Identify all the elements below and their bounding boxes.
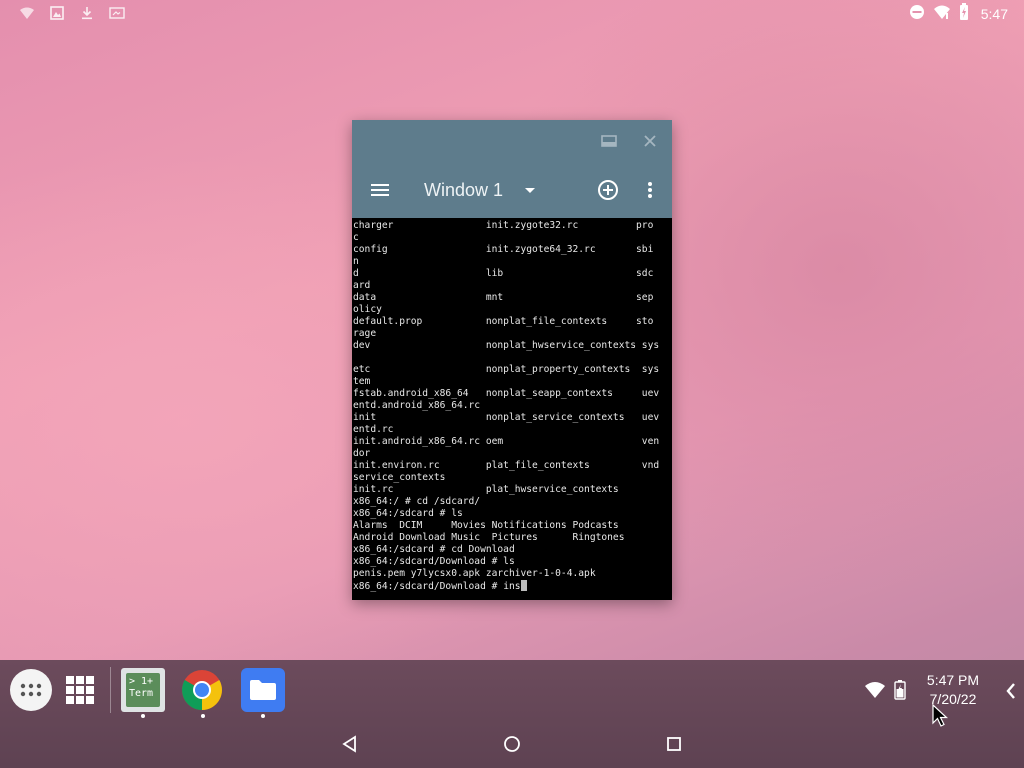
running-indicator (261, 714, 265, 718)
status-time: 5:47 (980, 6, 1008, 22)
taskbar-divider (110, 667, 111, 713)
terminal-window[interactable]: Window 1 charger init.zygote32.rc pro c … (352, 120, 672, 600)
photo-icon (48, 4, 66, 22)
status-icons: 5:47 (909, 3, 1008, 25)
maximize-icon[interactable] (599, 131, 619, 151)
running-indicator (201, 714, 205, 718)
taskbar-clock[interactable]: 5:47 PM 7/20/22 (920, 671, 986, 709)
notification-icons (18, 4, 126, 22)
download-icon (78, 4, 96, 22)
home-icon[interactable] (502, 734, 522, 754)
screenshot-icon (108, 4, 126, 22)
clock-time: 5:47 PM (926, 672, 980, 688)
apps-icon[interactable] (10, 669, 52, 711)
chevron-left-icon[interactable] (1004, 681, 1018, 701)
mouse-pointer-icon (932, 703, 950, 728)
close-icon[interactable] (640, 131, 660, 151)
files-app-icon[interactable] (241, 668, 285, 712)
clock-date: 7/20/22 (929, 691, 977, 707)
terminal-app-label: > 1+ Term (126, 673, 160, 707)
terminal-app-icon-text: > 1+ Term (129, 676, 154, 699)
grid-icon[interactable] (66, 676, 94, 704)
recents-icon[interactable] (664, 734, 684, 754)
add-window-icon[interactable] (596, 178, 620, 202)
do-not-disturb-icon (909, 4, 925, 24)
text-cursor (520, 580, 527, 591)
signal-icon (18, 4, 36, 22)
battery-icon[interactable] (894, 680, 906, 700)
window-caption-bar[interactable] (352, 120, 672, 162)
terminal-toolbar: Window 1 (352, 162, 672, 218)
terminal-prompt: x86_64:/sdcard/Download # (353, 581, 504, 592)
terminal-output[interactable]: charger init.zygote32.rc pro c config in… (352, 218, 672, 600)
terminal-input[interactable]: ins (503, 581, 520, 592)
terminal-text: charger init.zygote32.rc pro c config in… (352, 218, 672, 593)
wifi-icon[interactable] (864, 681, 886, 699)
window-selector-title[interactable]: Window 1 (424, 178, 503, 202)
back-icon[interactable] (340, 734, 360, 754)
terminal-lines: charger init.zygote32.rc pro c config in… (353, 220, 660, 579)
running-indicator (141, 714, 145, 718)
status-bar: 5:47 (0, 0, 1024, 26)
more-options-icon[interactable] (642, 178, 658, 202)
wifi-icon (933, 4, 951, 24)
terminal-app-icon[interactable]: > 1+ Term (121, 668, 165, 712)
chrome-app-icon[interactable] (181, 669, 223, 711)
battery-icon (959, 3, 969, 25)
dropdown-icon[interactable] (518, 178, 542, 202)
menu-icon[interactable] (368, 178, 392, 202)
